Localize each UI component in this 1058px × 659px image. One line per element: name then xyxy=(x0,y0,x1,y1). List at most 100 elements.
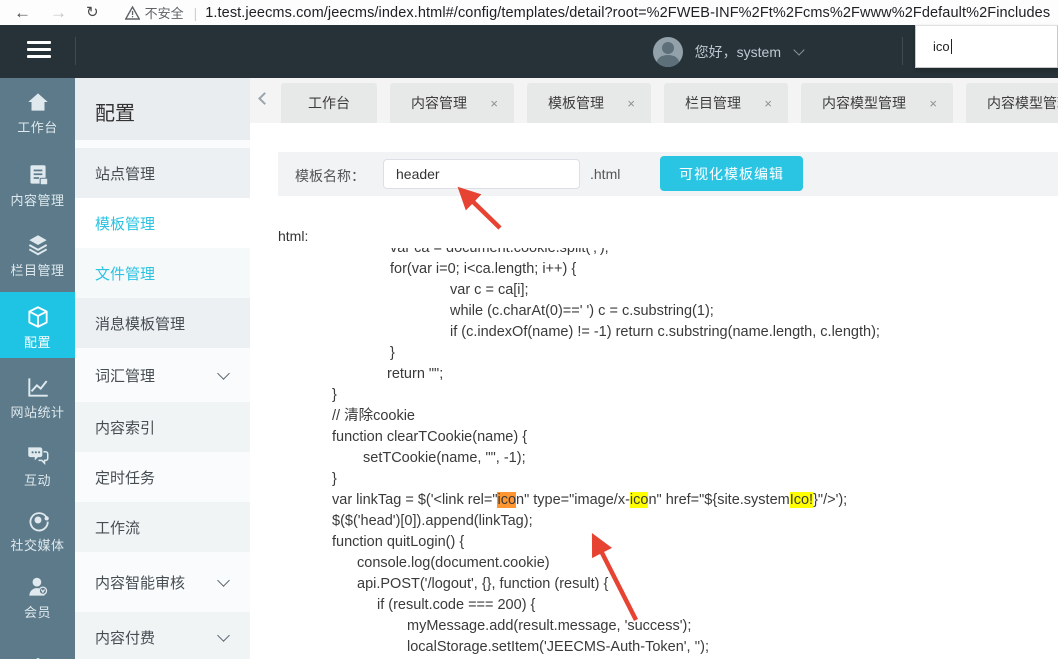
sidebar-item-content[interactable]: 内容管理 xyxy=(0,158,75,220)
sidebar-item-social[interactable]: 社交媒体 xyxy=(0,503,75,565)
user-avatar xyxy=(652,36,683,67)
sidebar-item-workbench[interactable]: 工作台 xyxy=(0,85,75,147)
menu-item-label: 内容智能审核 xyxy=(95,574,186,592)
tab-column-mgmt[interactable]: 栏目管理 × xyxy=(664,83,788,123)
find-input[interactable]: ico xyxy=(933,39,950,54)
template-form-bar: 模板名称： .html 可视化模板编辑 xyxy=(278,152,1058,196)
menu-item-label: 站点管理 xyxy=(95,165,156,183)
app-header: 您好，system xyxy=(0,25,1058,78)
code-line: while (c.charAt(0)==' ') c = c.substring… xyxy=(450,303,714,319)
html-field-label: html: xyxy=(278,228,309,244)
file-extension-label: .html xyxy=(590,166,621,182)
menu-item-label: 词汇管理 xyxy=(95,367,156,385)
code-line: for(var i=0; i<ca.length; i++) { xyxy=(390,261,577,277)
menu-item-scheduled-tasks[interactable]: 定时任务 xyxy=(75,452,250,502)
code-line: if (c.indexOf(name) != -1) return c.subs… xyxy=(450,324,880,340)
find-in-page-bar[interactable]: ico xyxy=(915,25,1058,68)
sidebar-item-members[interactable]: 会员 xyxy=(0,570,75,632)
tab-workbench[interactable]: 工作台 xyxy=(281,83,377,123)
find-highlight-active: ico xyxy=(497,492,517,508)
code-line: function clearTCookie(name) { xyxy=(332,429,528,445)
code-line: } xyxy=(332,471,337,487)
code-line: if (result.code === 200) { xyxy=(377,597,536,613)
code-line: } xyxy=(332,387,337,403)
security-status[interactable]: 不安全 xyxy=(124,3,184,22)
code-line: return ""; xyxy=(387,366,444,382)
browser-back-icon[interactable]: ← xyxy=(14,4,31,21)
close-tab-icon[interactable]: × xyxy=(490,96,498,111)
app-screen: ← → ↻ 不安全 | 1.test.jeecms.com/jeecms/ind… xyxy=(0,0,1058,659)
text-caret xyxy=(950,39,952,54)
tab-bar: 工作台 内容管理 × 模板管理 × 栏目管理 × 内容模型管理 × 内容模型管理 × xyxy=(250,78,1058,123)
tab-label: 栏目管理 xyxy=(685,95,741,111)
menu-item-vocabulary[interactable]: 词汇管理 xyxy=(75,350,250,400)
close-tab-icon[interactable]: × xyxy=(764,96,772,111)
code-line: console.log(document.cookie) xyxy=(357,555,550,571)
menu-item-label: 文件管理 xyxy=(95,265,156,283)
code-line: } xyxy=(390,345,395,361)
chat-icon xyxy=(27,447,49,465)
menu-toggle-icon[interactable] xyxy=(27,41,51,61)
sidebar-item-label: 内容管理 xyxy=(10,193,65,208)
sidebar-item-label: 栏目管理 xyxy=(10,263,65,278)
menu-item-label: 定时任务 xyxy=(95,469,156,487)
config-submenu-panel: 配置 站点管理 模板管理 文件管理 消息模板管理 词汇管理 内容索引 定时任务 … xyxy=(75,78,250,659)
menu-item-message-template[interactable]: 消息模板管理 xyxy=(75,298,250,348)
sidebar-item-label: 互动 xyxy=(23,473,51,488)
sidebar-item-config[interactable]: 配置 xyxy=(0,292,75,358)
cube-icon xyxy=(27,306,48,328)
tab-content-model-mgmt-2[interactable]: 内容模型管理× xyxy=(966,83,1058,123)
chevron-down-icon xyxy=(217,366,230,380)
sidebar-item-stats[interactable]: 网站统计 xyxy=(0,370,75,432)
close-tab-icon[interactable]: × xyxy=(627,96,635,111)
code-line: $($('head')[0]).append(linkTag); xyxy=(332,513,533,529)
template-name-input[interactable] xyxy=(383,159,580,189)
chevron-down-icon xyxy=(217,573,230,587)
url-separator: | xyxy=(193,4,198,21)
browser-reload-icon[interactable]: ↻ xyxy=(86,5,99,20)
tab-content-mgmt[interactable]: 内容管理 × xyxy=(390,83,514,123)
menu-item-content-index[interactable]: 内容索引 xyxy=(75,402,250,452)
code-line: myMessage.add(result.message, 'success')… xyxy=(407,618,692,634)
code-line: setTCookie(name, "", -1); xyxy=(363,450,526,466)
menu-item-label: 模板管理 xyxy=(95,215,156,233)
orbit-icon xyxy=(29,512,49,532)
sidebar-item-settings-partial[interactable] xyxy=(0,640,75,659)
browser-forward-icon[interactable]: → xyxy=(50,4,67,21)
find-highlight-match: Ico! xyxy=(789,492,814,508)
tab-label: 内容模型管理 xyxy=(822,95,906,111)
menu-item-label: 消息模板管理 xyxy=(95,315,186,333)
user-menu[interactable]: 您好，system xyxy=(652,25,805,78)
template-code-editor[interactable]: var ca = document.cookie.split(';'); for(… xyxy=(320,248,1058,659)
menu-item-workflow[interactable]: 工作流 xyxy=(75,502,250,552)
visual-template-edit-button[interactable]: 可视化模板编辑 xyxy=(660,156,803,191)
menu-item-template-mgmt[interactable]: 模板管理 xyxy=(75,198,250,248)
menu-item-file-mgmt[interactable]: 文件管理 xyxy=(75,248,250,298)
tab-template-mgmt[interactable]: 模板管理 × xyxy=(527,83,651,123)
code-line: var ca = document.cookie.split(';'); xyxy=(390,248,609,256)
tab-content-model-mgmt[interactable]: 内容模型管理 × xyxy=(801,83,953,123)
sidebar-item-label: 会员 xyxy=(23,605,51,620)
sidebar-item-interaction[interactable]: 互动 xyxy=(0,438,75,500)
menu-item-site-mgmt[interactable]: 站点管理 xyxy=(75,148,250,198)
member-icon xyxy=(28,577,47,596)
address-bar-url[interactable]: 1.test.jeecms.com/jeecms/index.html#/con… xyxy=(205,5,1050,21)
code-line: localStorage.setItem('JEECMS-Auth-Token'… xyxy=(407,639,709,655)
menu-item-content-payment[interactable]: 内容付费 xyxy=(75,612,250,659)
tabs-scroll-left-icon[interactable] xyxy=(258,92,271,105)
sidebar-item-columns[interactable]: 栏目管理 xyxy=(0,228,75,290)
chart-icon xyxy=(27,378,48,397)
browser-toolbar: ← → ↻ 不安全 | 1.test.jeecms.com/jeecms/ind… xyxy=(0,0,1058,25)
sidebar-item-label: 工作台 xyxy=(17,120,58,135)
chevron-down-icon xyxy=(217,628,230,642)
layers-icon xyxy=(28,235,47,256)
warning-icon xyxy=(124,5,140,20)
security-warning-label: 不安全 xyxy=(144,6,184,21)
code-line: function quitLogin() { xyxy=(332,534,465,550)
code-line: var linkTag = $('<link rel="icon" type="… xyxy=(332,492,848,508)
code-line: // 清除cookie xyxy=(332,408,415,424)
close-tab-icon[interactable]: × xyxy=(929,96,937,111)
template-name-label: 模板名称： xyxy=(295,168,365,184)
menu-item-content-review[interactable]: 内容智能审核 xyxy=(75,557,250,607)
panel-title: 配置 xyxy=(75,78,250,140)
